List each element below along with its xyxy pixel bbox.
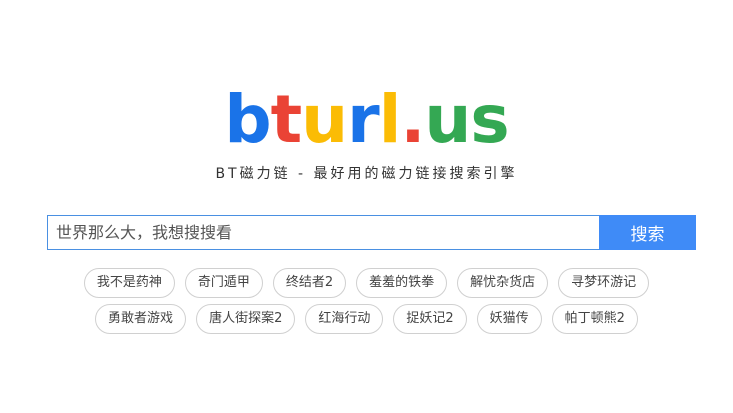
hot-tags-row-1: 我不是药神 奇门遁甲 终结者2 羞羞的铁拳 解忧杂货店 寻梦环游记: [0, 268, 733, 298]
hot-tags-row-2: 勇敢者游戏 唐人街探案2 红海行动 捉妖记2 妖猫传 帕丁顿熊2: [0, 304, 733, 334]
search-button[interactable]: 搜索: [599, 215, 696, 250]
hot-tag[interactable]: 寻梦环游记: [558, 268, 650, 298]
logo-letter: r: [347, 81, 380, 158]
logo-letter: t: [270, 81, 303, 158]
hot-tag[interactable]: 羞羞的铁拳: [356, 268, 448, 298]
hot-tag[interactable]: 妖猫传: [476, 304, 542, 334]
search-input[interactable]: [47, 215, 599, 250]
logo-letter: u: [301, 81, 348, 158]
logo-letter: u: [424, 81, 471, 158]
hot-tag[interactable]: 红海行动: [305, 304, 384, 334]
logo-letter: l: [378, 81, 402, 158]
hot-tag[interactable]: 终结者2: [272, 268, 347, 298]
hot-tag[interactable]: 解忧杂货店: [457, 268, 549, 298]
hot-tag[interactable]: 唐人街探案2: [196, 304, 296, 334]
site-tagline: BT磁力链 - 最好用的磁力链接搜索引擎: [215, 166, 518, 182]
search-form: 搜索: [47, 215, 696, 250]
site-logo[interactable]: bturl.us: [0, 82, 733, 158]
hot-tag[interactable]: 勇敢者游戏: [95, 304, 187, 334]
search-home-page: bturl.us BT磁力链 - 最好用的磁力链接搜索引擎 搜索 我不是药神 奇…: [0, 0, 733, 413]
logo-letter: b: [224, 81, 271, 158]
hot-tag[interactable]: 捉妖记2: [393, 304, 467, 334]
hot-tag[interactable]: 帕丁顿熊2: [551, 304, 638, 334]
logo-letter: s: [470, 81, 509, 158]
logo-letter: .: [400, 81, 425, 158]
hot-tag[interactable]: 奇门遁甲: [184, 268, 263, 298]
hot-tag[interactable]: 我不是药神: [83, 268, 175, 298]
